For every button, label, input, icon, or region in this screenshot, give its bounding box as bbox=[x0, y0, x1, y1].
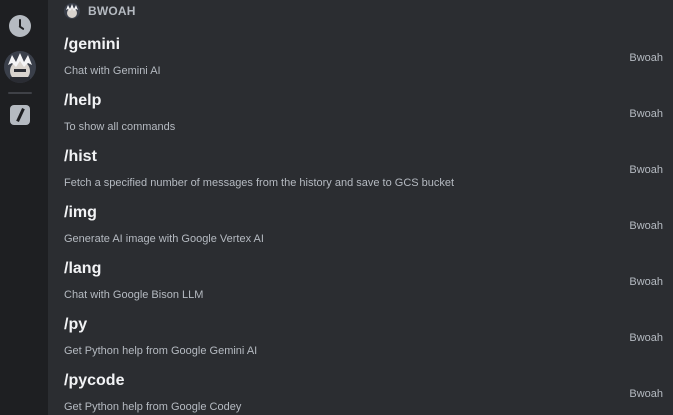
command-item[interactable]: /help To show all commands Bwoah bbox=[48, 88, 673, 144]
command-name: /pycode bbox=[64, 372, 125, 389]
command-description: Fetch a specified number of messages fro… bbox=[64, 177, 455, 189]
command-name: /hist bbox=[64, 148, 97, 165]
slash-commands-button[interactable] bbox=[9, 104, 31, 126]
command-app-name: Bwoah bbox=[629, 52, 663, 64]
command-category-rail bbox=[0, 0, 48, 415]
command-description: To show all commands bbox=[64, 121, 176, 133]
clock-icon bbox=[9, 15, 31, 37]
command-item[interactable]: /gemini Chat with Gemini AI Bwoah bbox=[48, 32, 673, 88]
command-app-name: Bwoah bbox=[629, 164, 663, 176]
group-title: BWOAH bbox=[88, 4, 136, 18]
rail-divider bbox=[8, 92, 32, 94]
command-item[interactable]: /pycode Get Python help from Google Code… bbox=[48, 368, 673, 415]
command-description: Get Python help from Google Gemini AI bbox=[64, 345, 258, 357]
command-description: Chat with Google Bison LLM bbox=[64, 289, 204, 301]
bot-avatar-button[interactable] bbox=[4, 51, 36, 83]
command-name: /py bbox=[64, 316, 88, 333]
command-description: Get Python help from Google Codey bbox=[64, 401, 242, 413]
command-picker: BWOAH /gemini Chat with Gemini AI Bwoah … bbox=[0, 0, 673, 415]
command-item[interactable]: /img Generate AI image with Google Verte… bbox=[48, 200, 673, 256]
command-app-name: Bwoah bbox=[629, 108, 663, 120]
command-name: /help bbox=[64, 92, 102, 109]
command-item[interactable]: /lang Chat with Google Bison LLM Bwoah bbox=[48, 256, 673, 312]
command-app-name: Bwoah bbox=[629, 276, 663, 288]
command-group-header: BWOAH bbox=[64, 3, 136, 19]
command-app-name: Bwoah bbox=[629, 332, 663, 344]
command-item[interactable]: /hist Fetch a specified number of messag… bbox=[48, 144, 673, 200]
command-name: /img bbox=[64, 204, 97, 221]
command-name: /gemini bbox=[64, 36, 121, 53]
command-app-name: Bwoah bbox=[629, 388, 663, 400]
command-item[interactable]: /py Get Python help from Google Gemini A… bbox=[48, 312, 673, 368]
command-name: /lang bbox=[64, 260, 102, 277]
command-description: Chat with Gemini AI bbox=[64, 65, 161, 77]
command-app-name: Bwoah bbox=[629, 220, 663, 232]
bot-avatar bbox=[4, 51, 36, 83]
recent-commands-button[interactable] bbox=[8, 14, 32, 38]
command-list: BWOAH /gemini Chat with Gemini AI Bwoah … bbox=[48, 0, 673, 415]
group-avatar-icon bbox=[64, 3, 80, 19]
command-description: Generate AI image with Google Vertex AI bbox=[64, 233, 264, 245]
slash-command-icon bbox=[10, 105, 30, 125]
